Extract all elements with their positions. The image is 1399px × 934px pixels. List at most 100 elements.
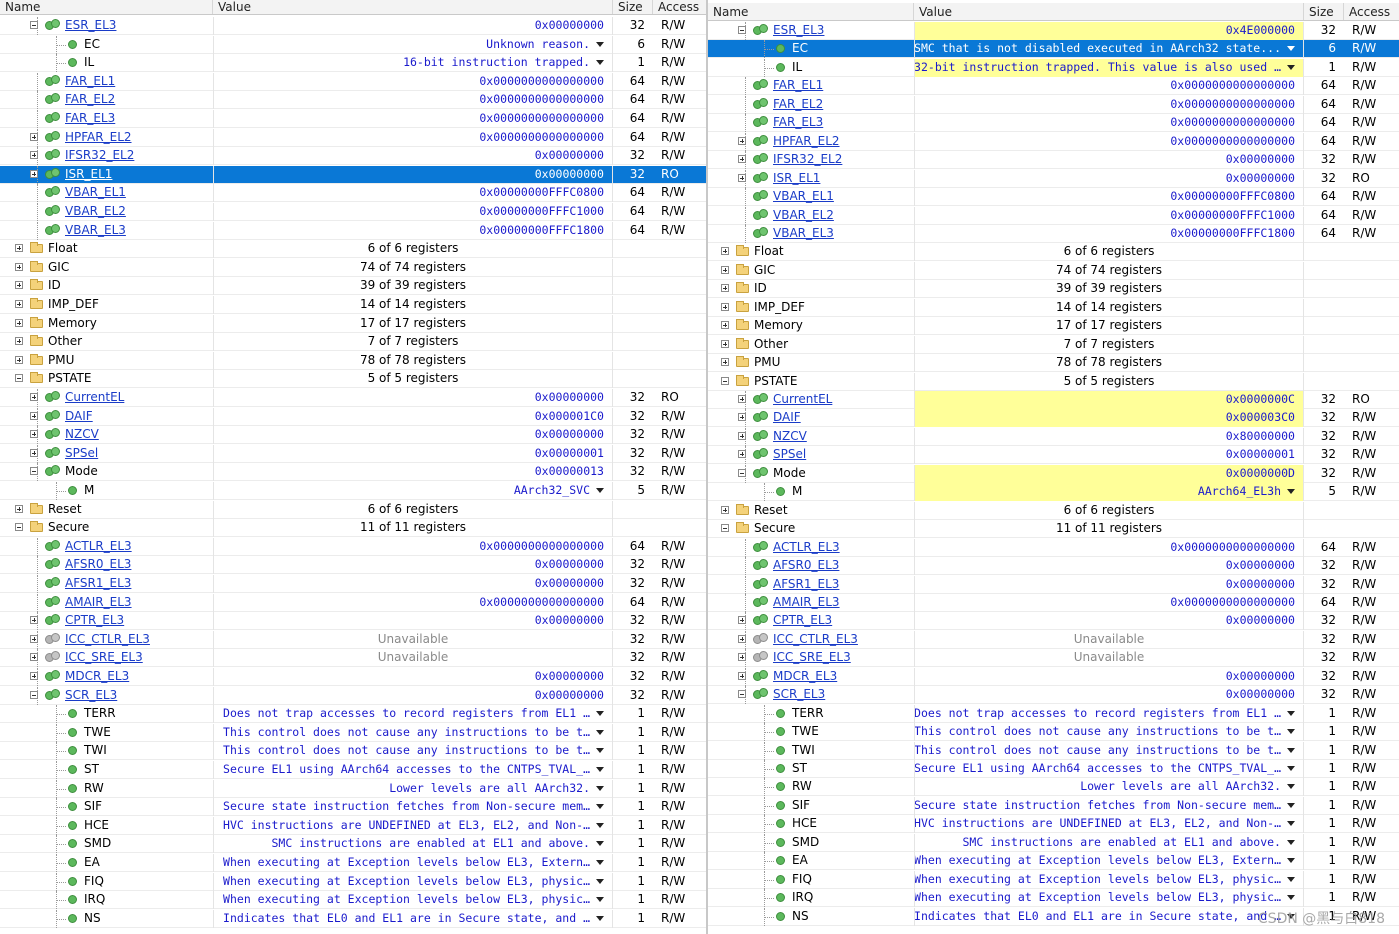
expand-toggle-icon[interactable] [738,395,746,403]
value-cell[interactable]: 0x00000000FFFC1800 [914,225,1304,243]
collapse-toggle-icon[interactable] [15,523,23,531]
expand-toggle-icon[interactable] [15,244,23,252]
register-name[interactable]: ICC_SRE_EL3 [773,649,851,666]
register-name[interactable]: ESR_EL3 [773,22,824,39]
value-cell[interactable]: 0x00000000 [213,612,613,630]
expand-toggle-icon[interactable] [30,133,38,141]
value-cell[interactable]: Unknown reason. [213,36,613,54]
register-row-sif[interactable]: SIF Secure state instruction fetches from… [708,797,1399,815]
register-row-reset[interactable]: Reset 6 of 6 registers [708,502,1399,520]
register-name[interactable]: ACTLR_EL3 [773,539,840,556]
register-row-irq[interactable]: IRQ When executing at Exception levels be… [708,889,1399,907]
value-cell[interactable]: 0x0000000000000000 [213,594,613,612]
expand-toggle-icon[interactable] [738,450,746,458]
register-row-vbar-el1[interactable]: VBAR_EL1 0x00000000FFFC0800 64 R/W [0,184,706,202]
register-row-actlr-el3[interactable]: ACTLR_EL3 0x0000000000000000 64 R/W [708,539,1399,557]
register-row-irq[interactable]: IRQ When executing at Exception levels be… [0,891,706,909]
register-row-id[interactable]: ID 39 of 39 registers [0,277,706,295]
value-cell[interactable]: 0x00000000 [213,668,613,686]
register-row-scr-el3[interactable]: SCR_EL3 0x00000000 32 R/W [708,686,1399,704]
value-cell[interactable]: 0x00000000 [213,575,613,593]
value-cell[interactable]: HVC instructions are UNDEFINED at EL3, E… [914,815,1304,833]
register-name[interactable]: AMAIR_EL3 [773,594,840,611]
register-row-rw[interactable]: RW Lower levels are all AArch32. 1 R/W [0,780,706,798]
value-cell[interactable]: 0x00000000FFFC0800 [213,184,613,202]
register-row-cptr-el3[interactable]: CPTR_EL3 0x00000000 32 R/W [708,612,1399,630]
expand-toggle-icon[interactable] [30,653,38,661]
register-row-ea[interactable]: EA When executing at Exception levels bel… [708,852,1399,870]
register-name[interactable]: CurrentEL [773,391,832,408]
dropdown-arrow-icon[interactable] [596,767,604,772]
register-row-icc-ctlr-el3[interactable]: ICC_CTLR_EL3 Unavailable 32 R/W [0,631,706,649]
value-cell[interactable]: 0x00000001 [213,445,613,463]
register-row-float[interactable]: Float 6 of 6 registers [708,243,1399,261]
register-row-ifsr32-el2[interactable]: IFSR32_EL2 0x00000000 32 R/W [0,147,706,165]
expand-toggle-icon[interactable] [738,616,746,624]
register-name[interactable]: SPSel [773,446,806,463]
register-name[interactable]: ICC_CTLR_EL3 [65,631,150,648]
register-row-secure[interactable]: Secure 11 of 11 registers [0,519,706,537]
value-cell[interactable]: 0x00000000 [914,557,1304,575]
register-row-twe[interactable]: TWE This control does not cause any instr… [0,724,706,742]
register-row-st[interactable]: ST Secure EL1 using AArch64 accesses to t… [708,760,1399,778]
register-row-far-el1[interactable]: FAR_EL1 0x0000000000000000 64 R/W [0,73,706,91]
register-name[interactable]: VBAR_EL1 [65,184,126,201]
register-name[interactable]: DAIF [65,408,93,425]
register-name[interactable]: VBAR_EL3 [65,222,126,239]
column-size-header[interactable]: Size [1304,3,1344,20]
column-value-header[interactable]: Value [213,0,613,14]
register-row-vbar-el3[interactable]: VBAR_EL3 0x00000000FFFC1800 64 R/W [708,225,1399,243]
register-row-vbar-el2[interactable]: VBAR_EL2 0x00000000FFFC1000 64 R/W [0,203,706,221]
dropdown-arrow-icon[interactable] [1287,840,1295,845]
dropdown-arrow-icon[interactable] [596,879,604,884]
value-cell[interactable]: This control does not cause any instruct… [914,723,1304,741]
register-row-mdcr-el3[interactable]: MDCR_EL3 0x00000000 32 R/W [708,668,1399,686]
column-access-header[interactable]: Access [1344,3,1399,20]
register-name[interactable]: MDCR_EL3 [65,668,129,685]
register-row-imp-def[interactable]: IMP_DEF 14 of 14 registers [0,296,706,314]
value-cell[interactable]: 0x4E000000 [914,22,1304,40]
value-cell[interactable]: 0x0000000000000000 [213,110,613,128]
register-row-far-el2[interactable]: FAR_EL2 0x0000000000000000 64 R/W [708,96,1399,114]
value-cell[interactable]: 0x00000000 [914,170,1304,188]
register-row-amair-el3[interactable]: AMAIR_EL3 0x0000000000000000 64 R/W [0,594,706,612]
expand-toggle-icon[interactable] [30,393,38,401]
expand-toggle-icon[interactable] [721,247,729,255]
value-cell[interactable]: 0x000003C0 [914,409,1304,427]
register-row-amair-el3[interactable]: AMAIR_EL3 0x0000000000000000 64 R/W [708,594,1399,612]
value-cell[interactable]: AArch64_EL3h [914,483,1304,501]
register-row-far-el3[interactable]: FAR_EL3 0x0000000000000000 64 R/W [0,110,706,128]
value-cell[interactable]: 0x00000000 [213,426,613,444]
dropdown-arrow-icon[interactable] [1287,65,1295,70]
dropdown-arrow-icon[interactable] [596,730,604,735]
register-row-far-el2[interactable]: FAR_EL2 0x0000000000000000 64 R/W [0,91,706,109]
collapse-toggle-icon[interactable] [738,690,746,698]
register-name[interactable]: CPTR_EL3 [65,612,124,629]
value-cell[interactable]: Unavailable [213,631,613,649]
register-name[interactable]: CurrentEL [65,389,124,406]
dropdown-arrow-icon[interactable] [1287,821,1295,826]
register-row-icc-sre-el3[interactable]: ICC_SRE_EL3 Unavailable 32 R/W [708,649,1399,667]
register-row-sif[interactable]: SIF Secure state instruction fetches from… [0,798,706,816]
register-row-vbar-el1[interactable]: VBAR_EL1 0x00000000FFFC0800 64 R/W [708,188,1399,206]
expand-toggle-icon[interactable] [738,653,746,661]
register-row-spsel[interactable]: SPSel 0x00000001 32 R/W [0,445,706,463]
value-cell[interactable]: 0x00000000FFFC1800 [213,222,613,240]
register-name[interactable]: DAIF [773,409,801,426]
dropdown-arrow-icon[interactable] [596,488,604,493]
dropdown-arrow-icon[interactable] [596,897,604,902]
register-row-hce[interactable]: HCE HVC instructions are UNDEFINED at EL3… [708,815,1399,833]
dropdown-arrow-icon[interactable] [1287,858,1295,863]
column-name-header[interactable]: Name [708,3,914,20]
value-cell[interactable]: Secure state instruction fetches from No… [914,797,1304,815]
register-name[interactable]: HPFAR_EL2 [65,129,132,146]
register-name[interactable]: NZCV [773,428,807,445]
expand-toggle-icon[interactable] [738,413,746,421]
register-row-pmu[interactable]: PMU 78 of 78 registers [708,354,1399,372]
register-row-currentel[interactable]: CurrentEL 0x0000000C 32 RO [708,391,1399,409]
register-row-float[interactable]: Float 6 of 6 registers [0,240,706,258]
value-cell[interactable]: When executing at Exception levels below… [914,852,1304,870]
expand-toggle-icon[interactable] [721,284,729,292]
register-row-hpfar-el2[interactable]: HPFAR_EL2 0x0000000000000000 64 R/W [708,133,1399,151]
register-name[interactable]: AFSR1_EL3 [65,575,131,592]
